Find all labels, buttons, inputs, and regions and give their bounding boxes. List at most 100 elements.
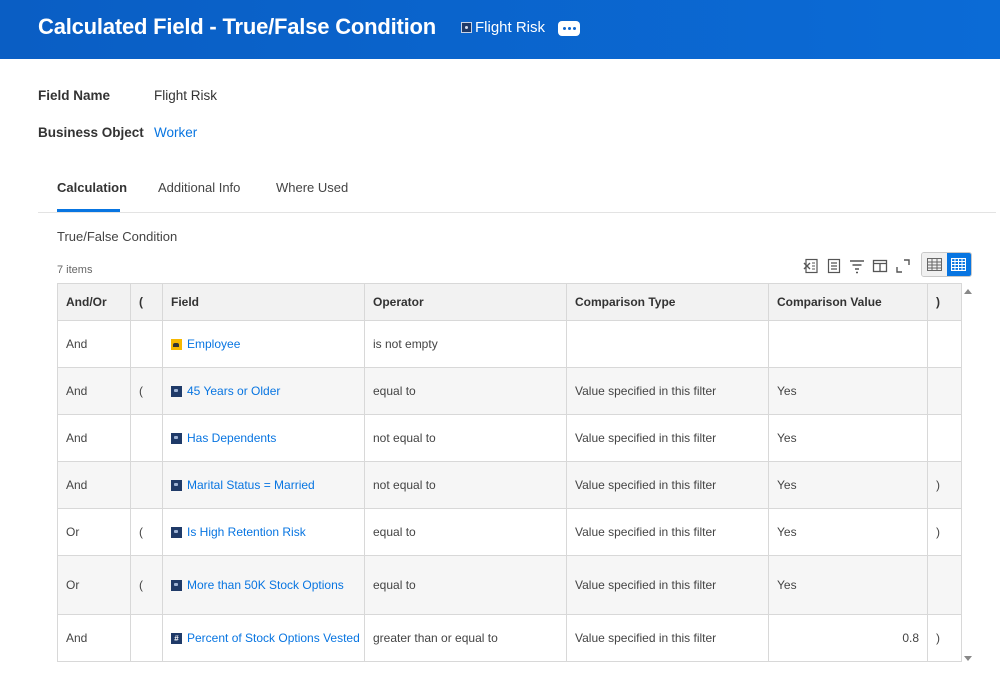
cell-comparison-value: Yes — [768, 461, 928, 509]
cell-operator: not equal to — [364, 414, 567, 462]
calculated-field-icon — [171, 526, 182, 538]
excel-export-icon[interactable] — [802, 257, 820, 275]
cell-comparison-type: Value specified in this filter — [566, 614, 769, 662]
cell-comparison-type: Value specified in this filter — [566, 461, 769, 509]
calculated-field-icon — [171, 432, 182, 444]
filter-icon[interactable] — [848, 257, 866, 275]
condition-grid: And/Or ( Field Operator Comparison Type … — [57, 283, 977, 667]
table-row: And Marital Status = Married not equal t… — [57, 461, 962, 509]
scroll-down-icon[interactable] — [964, 656, 972, 661]
field-link[interactable]: 45 Years or Older — [187, 384, 280, 398]
calculated-field-icon — [171, 579, 182, 591]
field-link[interactable]: Marital Status = Married — [187, 478, 315, 492]
pdf-export-icon[interactable] — [825, 257, 843, 275]
cell-close-paren — [927, 320, 962, 368]
cell-comparison-type — [566, 320, 769, 368]
calculated-field-icon — [171, 385, 182, 397]
column-header-comparison-value[interactable]: Comparison Value — [768, 283, 928, 321]
scroll-up-icon[interactable] — [964, 289, 972, 294]
cell-field: # Percent of Stock Options Vested — [162, 614, 365, 662]
cell-close-paren — [927, 555, 962, 615]
cell-field: 45 Years or Older — [162, 367, 365, 415]
cell-open-paren: ( — [130, 555, 163, 615]
cell-open-paren — [130, 461, 163, 509]
cell-field: More than 50K Stock Options — [162, 555, 365, 615]
grid-toolbar — [802, 253, 917, 279]
cell-comparison-value: Yes — [768, 508, 928, 556]
page-header: Calculated Field - True/False Condition … — [0, 0, 1000, 59]
field-link[interactable]: More than 50K Stock Options — [187, 578, 344, 592]
cell-andor: And — [57, 367, 131, 415]
active-tab-indicator — [57, 209, 120, 212]
cell-close-paren: ) — [927, 508, 962, 556]
column-header-open-paren[interactable]: ( — [130, 283, 163, 321]
cell-andor: And — [57, 461, 131, 509]
cell-operator: greater than or equal to — [364, 614, 567, 662]
field-summary: Field Name Flight Risk Business Object W… — [38, 88, 217, 162]
table-row: Or ( Is High Retention Risk equal to Val… — [57, 508, 962, 556]
grid-header-row: And/Or ( Field Operator Comparison Type … — [57, 283, 962, 321]
table-row: And Employee is not empty — [57, 320, 962, 368]
cell-field: Marital Status = Married — [162, 461, 365, 509]
instance-icon — [171, 338, 182, 350]
cell-open-paren: ( — [130, 367, 163, 415]
cell-close-paren — [927, 414, 962, 462]
field-name-value: Flight Risk — [154, 88, 218, 103]
cell-comparison-type: Value specified in this filter — [566, 555, 769, 615]
table-view-icon[interactable] — [922, 253, 947, 276]
tab-where-used[interactable]: Where Used — [276, 180, 348, 195]
grid-view-icon[interactable] — [946, 253, 971, 276]
field-link[interactable]: Is High Retention Risk — [187, 525, 306, 539]
cell-field: Employee — [162, 320, 365, 368]
business-object-link[interactable]: Worker — [154, 125, 197, 162]
column-header-close-paren[interactable]: ) — [927, 283, 962, 321]
section-title: True/False Condition — [57, 229, 178, 244]
view-toggle — [921, 252, 972, 277]
cell-open-paren: ( — [130, 508, 163, 556]
cell-comparison-value: Yes — [768, 367, 928, 415]
cell-operator: equal to — [364, 508, 567, 556]
column-header-operator[interactable]: Operator — [364, 283, 567, 321]
items-count: 7 items — [57, 264, 93, 276]
field-link[interactable]: Has Dependents — [187, 431, 276, 445]
cell-comparison-value: 0.8 — [768, 614, 928, 662]
cell-close-paren — [927, 367, 962, 415]
grid-scrollbar[interactable] — [960, 283, 977, 667]
tab-additional-info[interactable]: Additional Info — [158, 180, 240, 195]
cell-open-paren — [130, 414, 163, 462]
cell-field: Is High Retention Risk — [162, 508, 365, 556]
related-actions-icon[interactable] — [461, 22, 472, 33]
cell-open-paren — [130, 320, 163, 368]
cell-operator: is not empty — [364, 320, 567, 368]
cell-close-paren: ) — [927, 614, 962, 662]
table-row: And Has Dependents not equal to Value sp… — [57, 414, 962, 462]
cell-comparison-type: Value specified in this filter — [566, 414, 769, 462]
cell-comparison-value: Yes — [768, 414, 928, 462]
cell-comparison-type: Value specified in this filter — [566, 367, 769, 415]
numeric-field-icon: # — [171, 632, 182, 644]
table-row: And ( 45 Years or Older equal to Value s… — [57, 367, 962, 415]
table-row: Or ( More than 50K Stock Options equal t… — [57, 555, 962, 615]
tab-bar: Calculation Additional Info Where Used — [38, 170, 996, 213]
column-header-andor[interactable]: And/Or — [57, 283, 131, 321]
field-link[interactable]: Employee — [187, 337, 240, 351]
cell-comparison-type: Value specified in this filter — [566, 508, 769, 556]
tab-calculation[interactable]: Calculation — [57, 180, 127, 195]
cell-andor: Or — [57, 555, 131, 615]
object-name-link[interactable]: Flight Risk — [461, 19, 545, 36]
field-link[interactable]: Percent of Stock Options Vested — [187, 631, 360, 645]
field-name-label: Field Name — [38, 88, 111, 103]
fullscreen-icon[interactable] — [894, 257, 912, 275]
column-header-field[interactable]: Field — [162, 283, 365, 321]
cell-operator: not equal to — [364, 461, 567, 509]
cell-comparison-value — [768, 320, 928, 368]
ellipsis-icon — [562, 27, 566, 30]
more-actions-button[interactable] — [558, 21, 580, 36]
object-name[interactable]: Flight Risk — [475, 19, 545, 36]
column-header-comparison-type[interactable]: Comparison Type — [566, 283, 769, 321]
column-layout-icon[interactable] — [871, 257, 889, 275]
cell-open-paren — [130, 614, 163, 662]
cell-andor: And — [57, 320, 131, 368]
cell-operator: equal to — [364, 367, 567, 415]
cell-comparison-value: Yes — [768, 555, 928, 615]
